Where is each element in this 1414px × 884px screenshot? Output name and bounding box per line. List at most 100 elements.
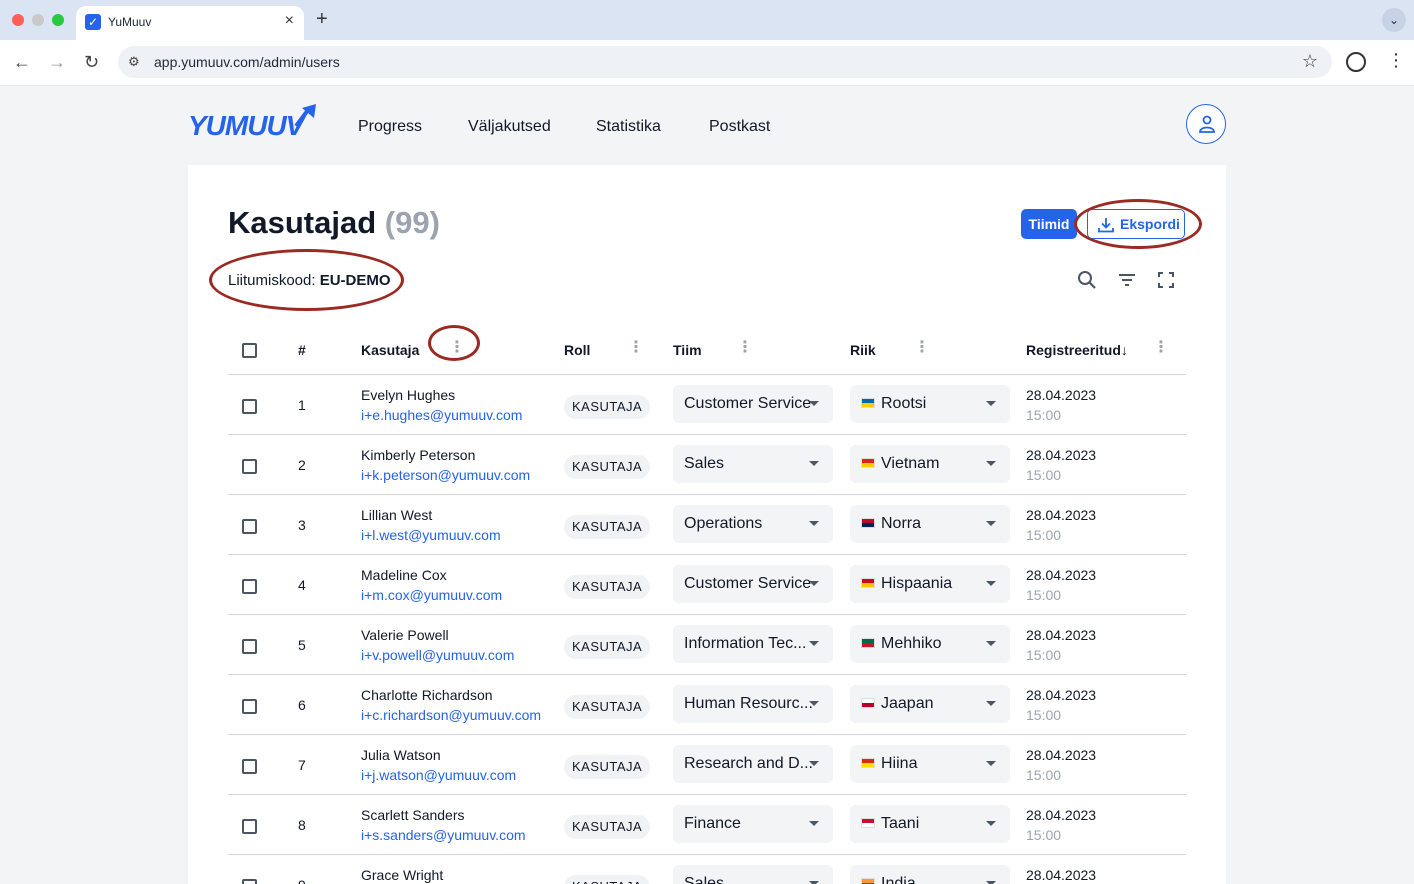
user-name: Lillian West — [361, 507, 433, 523]
table-row[interactable]: 4 Madeline Cox i+m.cox@yumuuv.com KASUTAJA C… — [228, 555, 1186, 615]
column-header-registered[interactable]: Registreeritud↓ — [1026, 342, 1128, 358]
user-email-link[interactable]: i+s.sanders@yumuuv.com — [361, 827, 526, 843]
column-header-role[interactable]: Roll — [564, 342, 590, 358]
team-value: Operations — [684, 515, 763, 532]
url-text[interactable]: app.yumuuv.com/admin/users — [154, 54, 340, 70]
back-arrow-icon[interactable]: ← — [13, 52, 31, 73]
user-email-link[interactable]: i+j.watson@yumuuv.com — [361, 767, 516, 783]
team-select[interactable]: Research and D... — [673, 745, 833, 783]
row-checkbox[interactable] — [242, 699, 257, 714]
tab-search-button[interactable]: ⌄ — [1382, 8, 1406, 32]
yumuuv-logo[interactable]: YUMUUV — [188, 104, 320, 141]
team-select[interactable]: Sales — [673, 865, 833, 884]
table-row[interactable]: 1 Evelyn Hughes i+e.hughes@yumuuv.com KASUT… — [228, 375, 1186, 435]
country-select[interactable]: India — [850, 865, 1010, 884]
forward-arrow-icon[interactable]: → — [48, 52, 66, 73]
nav-item-statistics[interactable]: Statistika — [596, 118, 661, 136]
role-badge: KASUTAJA — [564, 515, 651, 539]
row-checkbox[interactable] — [242, 819, 257, 834]
row-index: 7 — [298, 757, 306, 773]
country-select[interactable]: Vietnam — [850, 445, 1010, 483]
column-header-team[interactable]: Tiim — [673, 342, 702, 358]
team-select[interactable]: Human Resourc... — [673, 685, 833, 723]
search-icon[interactable] — [1076, 269, 1098, 291]
table-row[interactable]: 5 Valerie Powell i+v.powell@yumuuv.com KASU… — [228, 615, 1186, 675]
table-row[interactable]: 2 Kimberly Peterson i+k.peterson@yumuuv.co… — [228, 435, 1186, 495]
column-header-country[interactable]: Riik — [850, 342, 876, 358]
user-email-link[interactable]: i+c.richardson@yumuuv.com — [361, 707, 541, 723]
close-window-button[interactable] — [12, 14, 24, 26]
reload-icon[interactable]: ↻ — [84, 52, 99, 73]
browser-menu-icon[interactable]: ⋮ — [1387, 50, 1405, 71]
registered-date: 28.04.2023 — [1026, 747, 1097, 763]
team-select[interactable]: Operations — [673, 505, 833, 543]
row-checkbox[interactable] — [242, 519, 257, 534]
team-select[interactable]: Customer Service — [673, 565, 833, 603]
row-index: 5 — [298, 637, 306, 653]
country-select[interactable]: Taani — [850, 805, 1010, 843]
user-avatar-button[interactable] — [1186, 104, 1226, 144]
table-row[interactable]: 6 Charlotte Richardson i+c.richardson@yumu… — [228, 675, 1186, 735]
user-email-link[interactable]: i+k.peterson@yumuuv.com — [361, 467, 530, 483]
row-checkbox[interactable] — [242, 579, 257, 594]
user-name: Kimberly Peterson — [361, 447, 476, 463]
country-select[interactable]: Mehhiko — [850, 625, 1010, 663]
bookmark-star-icon[interactable]: ☆ — [1302, 51, 1318, 72]
country-flag-icon — [861, 818, 875, 828]
user-email-link[interactable]: i+e.hughes@yumuuv.com — [361, 407, 522, 423]
column-header-user[interactable]: Kasutaja — [361, 342, 419, 358]
column-menu-country-icon[interactable]: ⋮ — [914, 337, 930, 357]
nav-item-progress[interactable]: Progress — [358, 118, 422, 136]
tab-close-button[interactable]: × — [285, 12, 294, 30]
row-checkbox[interactable] — [242, 399, 257, 414]
browser-tab[interactable]: ✓ YuMuuv × — [76, 6, 304, 40]
table-row[interactable]: 7 Julia Watson i+j.watson@yumuuv.com KASUTA… — [228, 735, 1186, 795]
country-flag-icon — [861, 398, 875, 408]
column-menu-role-icon[interactable]: ⋮ — [628, 337, 644, 357]
column-menu-team-icon[interactable]: ⋮ — [737, 337, 753, 357]
column-menu-registered-icon[interactable]: ⋮ — [1153, 337, 1169, 357]
user-name: Valerie Powell — [361, 627, 449, 643]
user-email-link[interactable]: i+v.powell@yumuuv.com — [361, 647, 514, 663]
row-checkbox[interactable] — [242, 759, 257, 774]
team-select[interactable]: Information Tec... — [673, 625, 833, 663]
nav-item-inbox[interactable]: Postkast — [709, 118, 770, 136]
teams-button[interactable]: Tiimid — [1021, 209, 1077, 239]
row-checkbox[interactable] — [242, 879, 257, 884]
logo-arrow-icon — [294, 104, 316, 128]
table-row[interactable]: 9 Grace Wright KASUTAJA Sales India 28.04.202… — [228, 855, 1186, 884]
team-select[interactable]: Sales — [673, 445, 833, 483]
country-flag-icon — [861, 758, 875, 768]
fullscreen-icon[interactable] — [1155, 269, 1177, 291]
nav-item-challenges[interactable]: Väljakutsed — [468, 118, 551, 136]
new-tab-button[interactable]: + — [316, 8, 328, 31]
country-select[interactable]: Hiina — [850, 745, 1010, 783]
filter-icon[interactable] — [1116, 269, 1138, 291]
team-select[interactable]: Finance — [673, 805, 833, 843]
chevron-down-icon — [986, 821, 996, 826]
address-bar[interactable]: ⚙ app.yumuuv.com/admin/users ☆ — [118, 46, 1332, 78]
maximize-window-button[interactable] — [52, 14, 64, 26]
table-row[interactable]: 3 Lillian West i+l.west@yumuuv.com KASUTAJA… — [228, 495, 1186, 555]
registered-date: 28.04.2023 — [1026, 387, 1097, 403]
site-settings-icon[interactable]: ⚙ — [128, 54, 140, 70]
country-select[interactable]: Norra — [850, 505, 1010, 543]
country-select[interactable]: Jaapan — [850, 685, 1010, 723]
country-select[interactable]: Hispaania — [850, 565, 1010, 603]
country-value: Hispaania — [881, 575, 953, 592]
chevron-down-icon — [809, 641, 819, 646]
table-row[interactable]: 8 Scarlett Sanders i+s.sanders@yumuuv.com K… — [228, 795, 1186, 855]
minimize-window-button[interactable] — [32, 14, 44, 26]
row-checkbox[interactable] — [242, 639, 257, 654]
row-checkbox[interactable] — [242, 459, 257, 474]
select-all-checkbox[interactable] — [242, 343, 257, 358]
user-email-link[interactable]: i+l.west@yumuuv.com — [361, 527, 501, 543]
country-value: Hiina — [881, 755, 918, 772]
country-select[interactable]: Rootsi — [850, 385, 1010, 423]
browser-profile-icon[interactable] — [1346, 52, 1366, 72]
row-index: 2 — [298, 457, 306, 473]
browser-toolbar: ← → ↻ ⚙ app.yumuuv.com/admin/users ☆ ⋮ — [0, 40, 1414, 86]
role-badge: KASUTAJA — [564, 815, 651, 839]
team-select[interactable]: Customer Service — [673, 385, 833, 423]
user-email-link[interactable]: i+m.cox@yumuuv.com — [361, 587, 502, 603]
